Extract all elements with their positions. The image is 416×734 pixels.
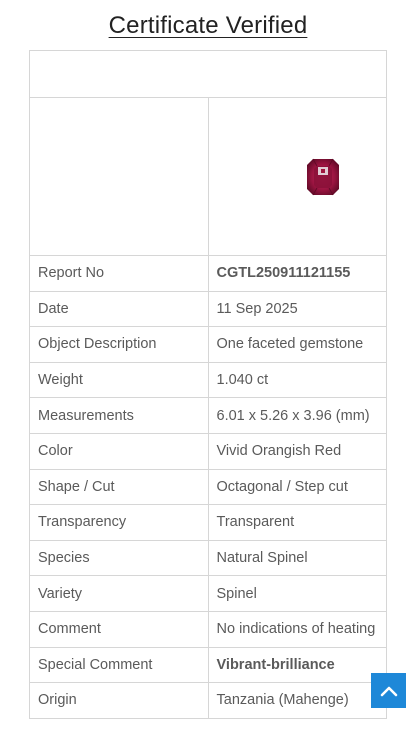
row-label: Transparency: [29, 504, 209, 541]
gemstone-image: [306, 158, 339, 196]
table-row: Date 11 Sep 2025: [29, 290, 387, 328]
table-row: Color Vivid Orangish Red: [29, 432, 387, 470]
row-label: Date: [29, 290, 209, 328]
table-row: Origin Tanzania (Mahenge): [29, 682, 387, 719]
row-value: One faceted gemstone: [207, 326, 387, 363]
row-value: CGTL250911121155: [207, 255, 387, 292]
row-value: 1.040 ct: [207, 361, 387, 399]
certificate-table: Report No CGTL250911121155 Date 11 Sep 2025…: [29, 50, 387, 719]
row-value: Vibrant-brilliance: [207, 646, 387, 684]
row-value: Spinel: [207, 575, 387, 612]
header-cell: [29, 50, 387, 98]
row-label: Species: [29, 539, 209, 577]
row-value: 11 Sep 2025: [207, 290, 387, 328]
row-label: Object Description: [29, 326, 209, 363]
image-left-cell: [29, 97, 209, 256]
row-value: Transparent: [207, 504, 387, 541]
chevron-up-icon: [380, 686, 397, 696]
row-value: 6.01 x 5.26 x 3.96 (mm): [207, 397, 387, 434]
row-value: No indications of heating: [207, 610, 387, 648]
row-label: Special Comment: [29, 646, 209, 684]
row-value: Natural Spinel: [207, 539, 387, 577]
row-value: Tanzania (Mahenge): [207, 682, 387, 719]
table-row: Object Description One faceted gemstone: [29, 326, 387, 363]
table-row: Measurements 6.01 x 5.26 x 3.96 (mm): [29, 397, 387, 434]
table-row: Shape / Cut Octagonal / Step cut: [29, 468, 387, 506]
scroll-to-top-button[interactable]: [371, 673, 406, 708]
row-label: Weight: [29, 361, 209, 399]
row-value: Octagonal / Step cut: [207, 468, 387, 506]
image-row: [29, 97, 387, 256]
row-label: Report No: [29, 255, 209, 292]
row-label: Variety: [29, 575, 209, 612]
row-label: Measurements: [29, 397, 209, 434]
row-label: Origin: [29, 682, 209, 719]
table-row: Weight 1.040 ct: [29, 361, 387, 399]
table-header-row: [29, 50, 387, 98]
row-value: Vivid Orangish Red: [207, 432, 387, 470]
table-row: Species Natural Spinel: [29, 539, 387, 577]
row-label: Shape / Cut: [29, 468, 209, 506]
image-cell: [207, 97, 387, 256]
table-row: Transparency Transparent: [29, 504, 387, 541]
table-row: Report No CGTL250911121155: [29, 255, 387, 292]
page-title: Certificate Verified: [108, 12, 308, 39]
row-label: Comment: [29, 610, 209, 648]
table-row: Special Comment Vibrant-brilliance: [29, 646, 387, 684]
table-row: Variety Spinel: [29, 575, 387, 612]
row-label: Color: [29, 432, 209, 470]
table-row: Comment No indications of heating: [29, 610, 387, 648]
